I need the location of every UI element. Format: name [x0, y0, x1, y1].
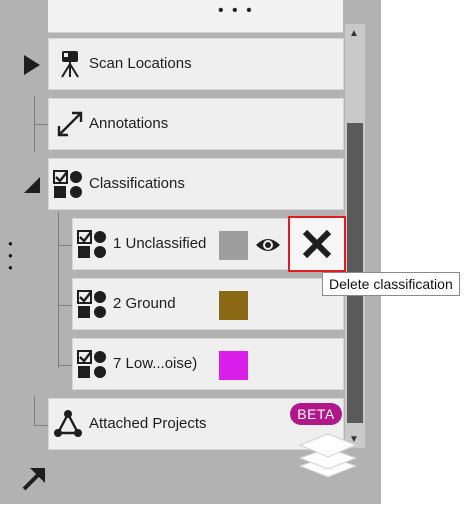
shapes-check-icon: [53, 170, 82, 198]
tree-row-annotations[interactable]: Annotations: [48, 98, 344, 150]
diagonal-expand-arrow-icon[interactable]: [20, 465, 48, 493]
scroll-up-icon[interactable]: ▲: [349, 28, 359, 39]
tree-row-scan-locations[interactable]: Scan Locations: [48, 38, 344, 90]
panel-top-bar: • • •: [48, 0, 343, 33]
row-label: Attached Projects: [89, 415, 207, 432]
row-label: Classifications: [89, 175, 185, 192]
tree-guide-line: [34, 396, 35, 426]
collapse-arrow-icon[interactable]: [22, 175, 42, 195]
tree-row-classifications[interactable]: Classifications: [48, 158, 344, 210]
shapes-check-icon: [77, 350, 106, 378]
scanner-tripod-icon: [61, 51, 79, 78]
tree-guide-line: [34, 425, 48, 426]
expand-arrow-icon[interactable]: [22, 53, 42, 77]
eye-icon[interactable]: [255, 235, 281, 255]
shapes-check-icon: [77, 230, 106, 258]
ellipsis-vertical-icon[interactable]: ● ● ●: [8, 238, 13, 274]
tree-row-class-7[interactable]: 7 Low...oise): [72, 338, 344, 390]
row-label: Annotations: [89, 115, 169, 132]
tree-guide-line: [58, 245, 72, 246]
row-label: Scan Locations: [89, 55, 192, 72]
network-triangle-icon: [54, 410, 82, 437]
tree-row-class-2[interactable]: 2 Ground: [72, 278, 344, 330]
class-label: 1 Unclassified: [113, 235, 207, 252]
diagonal-arrow-icon: [57, 111, 83, 137]
ellipsis-horizontal-icon[interactable]: • • •: [218, 3, 254, 19]
class-color-swatch[interactable]: [219, 291, 248, 320]
shapes-check-icon: [77, 290, 106, 318]
delete-classification-button[interactable]: [288, 216, 346, 272]
tree-guide-line: [58, 212, 59, 368]
beta-badge: BETA: [290, 403, 342, 425]
tooltip: Delete classification: [322, 272, 460, 296]
tree-guide-line: [58, 305, 72, 306]
class-label: 2 Ground: [113, 295, 176, 312]
class-color-swatch[interactable]: [219, 351, 248, 380]
tree-guide-line: [58, 365, 72, 366]
class-label: 7 Low...oise): [113, 355, 198, 372]
tree-guide-line: [34, 124, 48, 125]
class-color-swatch[interactable]: [219, 231, 248, 260]
layers-stack-icon[interactable]: [296, 430, 360, 480]
close-x-icon: [302, 229, 332, 259]
